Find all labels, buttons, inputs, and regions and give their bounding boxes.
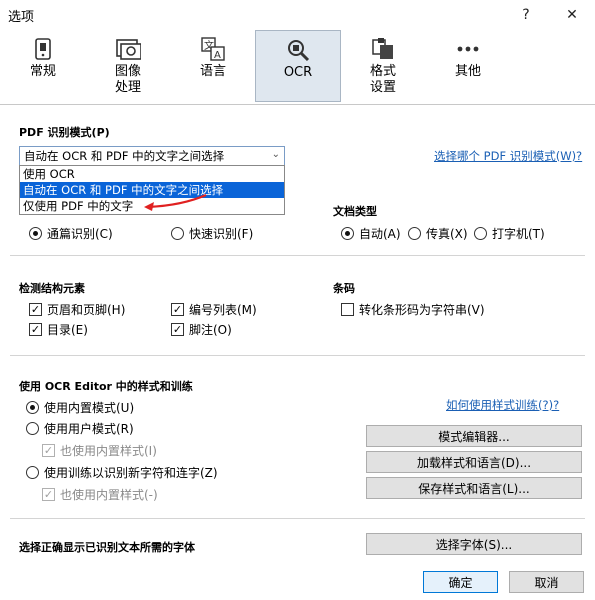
toolbar-divider bbox=[0, 104, 595, 105]
checkbox[interactable]: ✓ bbox=[29, 322, 42, 336]
option-label: 编号列表(M) bbox=[189, 302, 257, 317]
option-label: 也使用内置样式(I) bbox=[60, 443, 157, 458]
option-label: 转化条形码为字符串(V) bbox=[359, 302, 485, 317]
option-label: 打字机(T) bbox=[492, 226, 545, 241]
toc-checkbox[interactable]: ✓ 目录(E) bbox=[29, 320, 88, 338]
tab-general[interactable]: 常规 bbox=[0, 30, 86, 102]
checkbox[interactable]: ✓ bbox=[171, 322, 184, 336]
checkbox[interactable]: ✓ bbox=[29, 302, 42, 316]
checkbox[interactable]: ✓ bbox=[171, 302, 184, 316]
tab-format-settings[interactable]: 格式 设置 bbox=[340, 30, 426, 102]
barcode-checkbox[interactable]: 转化条形码为字符串(V) bbox=[341, 300, 485, 318]
close-button[interactable]: ✕ bbox=[552, 0, 592, 30]
tab-label: 语言 bbox=[199, 64, 226, 79]
user-patterns-option[interactable]: 使用用户模式(R) bbox=[26, 419, 134, 437]
option-label: 快速识别(F) bbox=[189, 226, 254, 241]
radio[interactable] bbox=[26, 465, 39, 479]
tab-image-processing[interactable]: 图像 处理 bbox=[85, 30, 171, 102]
radio-selected[interactable] bbox=[29, 226, 42, 240]
checkbox[interactable] bbox=[341, 302, 354, 316]
option-label: 也使用内置样式(-) bbox=[60, 487, 158, 502]
tab-label: 常规 bbox=[29, 64, 56, 79]
option-label: 目录(E) bbox=[47, 322, 88, 337]
option-label: 使用用户模式(R) bbox=[44, 421, 134, 436]
fonts-heading: 选择正确显示已识别文本所需的字体 bbox=[19, 541, 195, 554]
checkbox[interactable]: ✓ bbox=[42, 487, 55, 501]
pattern-editor-button[interactable]: 模式编辑器... bbox=[366, 425, 582, 447]
svg-text:A: A bbox=[214, 50, 221, 61]
option-label: 自动(A) bbox=[359, 226, 401, 241]
doc-type-auto-option[interactable]: 自动(A) bbox=[341, 224, 401, 242]
more-icon bbox=[455, 36, 481, 62]
document-type-heading: 文档类型 bbox=[333, 205, 377, 218]
load-patterns-button[interactable]: 加载样式和语言(D)... bbox=[366, 451, 582, 473]
tab-language[interactable]: 文A 语言 bbox=[170, 30, 256, 102]
also-builtin-checkbox-1[interactable]: ✓ 也使用内置样式(I) bbox=[42, 441, 157, 459]
option-label: 传真(X) bbox=[426, 226, 468, 241]
general-icon bbox=[30, 36, 56, 62]
pdf-mode-select[interactable]: 自动在 OCR 和 PDF 中的文字之间选择 ⌄ bbox=[19, 146, 285, 166]
training-heading: 使用 OCR Editor 中的样式和训练 bbox=[19, 380, 193, 393]
category-toolbar: 常规 图像 处理 文A 语言 OCR 格式 设置 其他 bbox=[0, 30, 595, 104]
tab-label: 格式 设置 bbox=[369, 64, 396, 95]
option-label: 使用内置模式(U) bbox=[44, 400, 135, 415]
numbered-lists-checkbox[interactable]: ✓ 编号列表(M) bbox=[171, 300, 257, 318]
radio[interactable] bbox=[474, 226, 487, 240]
tab-label: OCR bbox=[283, 65, 313, 80]
radio-selected[interactable] bbox=[341, 226, 354, 240]
option-label: 通篇识别(C) bbox=[47, 226, 113, 241]
tab-label: 图像 处理 bbox=[114, 64, 141, 95]
barcode-heading: 条码 bbox=[333, 282, 355, 295]
window-title: 选项 bbox=[8, 10, 35, 25]
doc-type-fax-option[interactable]: 传真(X) bbox=[408, 224, 468, 242]
footnotes-checkbox[interactable]: ✓ 脚注(O) bbox=[171, 320, 232, 338]
cancel-button[interactable]: 取消 bbox=[509, 571, 584, 593]
section-divider bbox=[10, 355, 585, 356]
section-divider bbox=[10, 518, 585, 519]
red-arrow-annotation bbox=[144, 193, 207, 211]
structure-heading: 检测结构元素 bbox=[19, 282, 85, 295]
ok-button[interactable]: 确定 bbox=[423, 571, 498, 593]
tab-label: 其他 bbox=[454, 64, 481, 79]
train-new-chars-option[interactable]: 使用训练以识别新字符和连字(Z) bbox=[26, 463, 218, 481]
select-fonts-button[interactable]: 选择字体(S)... bbox=[366, 533, 582, 555]
pdf-mode-heading: PDF 识别模式(P) bbox=[19, 126, 110, 139]
headers-footers-checkbox[interactable]: ✓ 页眉和页脚(H) bbox=[29, 300, 125, 318]
tab-more[interactable]: 其他 bbox=[425, 30, 511, 102]
radio[interactable] bbox=[408, 226, 421, 240]
thorough-recognition-option[interactable]: 通篇识别(C) bbox=[29, 224, 113, 242]
ocr-icon bbox=[285, 37, 311, 63]
image-processing-icon bbox=[115, 36, 141, 62]
chevron-down-icon: ⌄ bbox=[271, 149, 280, 160]
format-settings-icon bbox=[370, 36, 396, 62]
language-icon: 文A bbox=[200, 36, 226, 62]
dropdown-option[interactable]: 使用 OCR bbox=[20, 166, 284, 182]
doc-type-typewriter-option[interactable]: 打字机(T) bbox=[474, 224, 545, 242]
option-label: 页眉和页脚(H) bbox=[47, 302, 126, 317]
option-label: 使用训练以识别新字符和连字(Z) bbox=[44, 465, 218, 480]
pdf-mode-selected-value: 自动在 OCR 和 PDF 中的文字之间选择 bbox=[24, 149, 225, 163]
tab-ocr[interactable]: OCR bbox=[255, 30, 341, 102]
save-patterns-button[interactable]: 保存样式和语言(L)... bbox=[366, 477, 582, 499]
builtin-patterns-option[interactable]: 使用内置模式(U) bbox=[26, 398, 134, 416]
pdf-mode-help-link[interactable]: 选择哪个 PDF 识别模式(W)? bbox=[434, 148, 582, 164]
radio[interactable] bbox=[171, 226, 184, 240]
also-builtin-checkbox-2[interactable]: ✓ 也使用内置样式(-) bbox=[42, 485, 158, 503]
radio[interactable] bbox=[26, 421, 39, 435]
option-label: 脚注(O) bbox=[189, 322, 232, 337]
radio-selected[interactable] bbox=[26, 400, 39, 414]
training-help-link[interactable]: 如何使用样式训练(?)? bbox=[446, 397, 559, 413]
section-divider bbox=[10, 255, 585, 256]
help-button[interactable]: ? bbox=[506, 0, 546, 30]
fast-recognition-option[interactable]: 快速识别(F) bbox=[171, 224, 253, 242]
checkbox[interactable]: ✓ bbox=[42, 443, 55, 457]
